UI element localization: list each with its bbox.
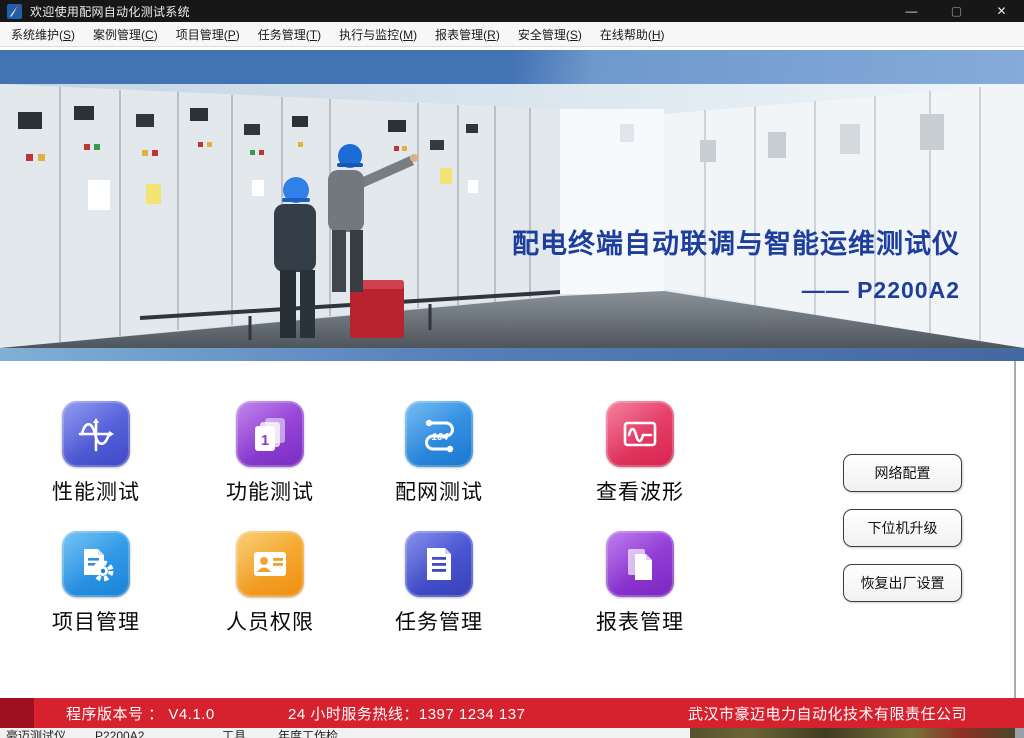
- app-task-management[interactable]: 任务管理: [367, 531, 511, 636]
- svg-text:1: 1: [261, 432, 269, 449]
- switchgear-room-photo: [0, 84, 1024, 348]
- hero-caption: 配电终端自动联调与智能运维测试仪 —— P2200A2: [512, 222, 960, 304]
- version-text: 程序版本号 ： V4.1.0: [66, 698, 215, 728]
- maximize-button[interactable]: ▢: [934, 0, 979, 22]
- menu-security-management[interactable]: 安全管理S: [509, 22, 591, 47]
- menu-report-management[interactable]: 报表管理R: [426, 22, 509, 47]
- status-fragment: 年度工作检: [278, 729, 338, 738]
- app-view-waveform[interactable]: 查看波形: [568, 401, 712, 506]
- app-report-management[interactable]: 报表管理: [568, 531, 712, 636]
- app-label: 报表管理: [568, 606, 712, 636]
- app-performance-test[interactable]: 性能测试: [24, 401, 168, 506]
- sine-wave-icon: [62, 401, 130, 467]
- strip-edge: [1015, 728, 1024, 738]
- network-config-button[interactable]: 网络配置: [843, 454, 962, 492]
- menu-execution-monitoring[interactable]: 执行与监控M: [330, 22, 426, 47]
- clipped-photo-sliver: [690, 728, 1015, 738]
- footer-accent-block: [0, 698, 34, 728]
- status-fragment: 工具: [222, 729, 246, 738]
- app-project-management[interactable]: 项目管理: [24, 531, 168, 636]
- hotline-text: 24 小时服务热线：1397 1234 137: [288, 698, 525, 728]
- menu-system-maintenance[interactable]: 系统维护S: [2, 22, 84, 47]
- app-distribution-network-test[interactable]: 104 配网测试: [367, 401, 511, 506]
- app-label: 性能测试: [24, 476, 168, 506]
- report-copies-icon: [606, 531, 674, 597]
- menu-project-management[interactable]: 项目管理P: [167, 22, 249, 47]
- app-label: 项目管理: [24, 606, 168, 636]
- window-controls: — ▢ ✕: [889, 0, 1024, 22]
- minimize-button[interactable]: —: [889, 0, 934, 22]
- id-card-icon: [236, 531, 304, 597]
- protocol-104-route-icon: 104: [405, 401, 473, 467]
- clipped-status-strip: 豪迈测试仪 P2200A2 工具 年度工作检: [0, 728, 1024, 738]
- menu-bar: 系统维护S 案例管理C 项目管理P 任务管理T 执行与监控M 报表管理R 安全管…: [0, 22, 1024, 47]
- app-label: 查看波形: [568, 476, 712, 506]
- header-accent-band: [0, 50, 1024, 84]
- menu-task-management[interactable]: 任务管理T: [249, 22, 330, 47]
- menu-case-management[interactable]: 案例管理C: [84, 22, 167, 47]
- app-function-test[interactable]: 1 功能测试: [198, 401, 342, 506]
- status-fragment: 豪迈测试仪: [6, 729, 66, 738]
- factory-reset-button[interactable]: 恢复出厂设置: [843, 564, 962, 602]
- product-model: —— P2200A2: [512, 277, 960, 304]
- app-label: 任务管理: [367, 606, 511, 636]
- hero-banner: 配电终端自动联调与智能运维测试仪 —— P2200A2: [0, 84, 1024, 348]
- title-bar: 欢迎使用配网自动化测试系统 — ▢ ✕: [0, 0, 1024, 22]
- svg-text:104: 104: [432, 432, 449, 443]
- company-text: 武汉市豪迈电力自动化技术有限责任公司: [688, 698, 967, 728]
- right-border-line: [1014, 361, 1016, 698]
- oscilloscope-icon: [606, 401, 674, 467]
- footer-bar: 程序版本号 ： V4.1.0 24 小时服务热线：1397 1234 137 武…: [0, 698, 1024, 728]
- main-window: 欢迎使用配网自动化测试系统 — ▢ ✕ 系统维护S 案例管理C 项目管理P 任务…: [0, 0, 1024, 738]
- stacked-cases-icon: 1: [236, 401, 304, 467]
- app-label: 配网测试: [367, 476, 511, 506]
- menu-online-help[interactable]: 在线帮助H: [591, 22, 674, 47]
- task-document-icon: [405, 531, 473, 597]
- window-title: 欢迎使用配网自动化测试系统: [30, 3, 190, 20]
- lower-machine-upgrade-button[interactable]: 下位机升级: [843, 509, 962, 547]
- hero-bottom-strip: [0, 348, 1024, 361]
- status-fragment: P2200A2: [95, 729, 144, 738]
- app-personnel-permissions[interactable]: 人员权限: [198, 531, 342, 636]
- document-gear-icon: [62, 531, 130, 597]
- close-button[interactable]: ✕: [979, 0, 1024, 22]
- app-label: 人员权限: [198, 606, 342, 636]
- app-logo-icon: [7, 4, 22, 19]
- product-title: 配电终端自动联调与智能运维测试仪: [512, 222, 960, 261]
- app-label: 功能测试: [198, 476, 342, 506]
